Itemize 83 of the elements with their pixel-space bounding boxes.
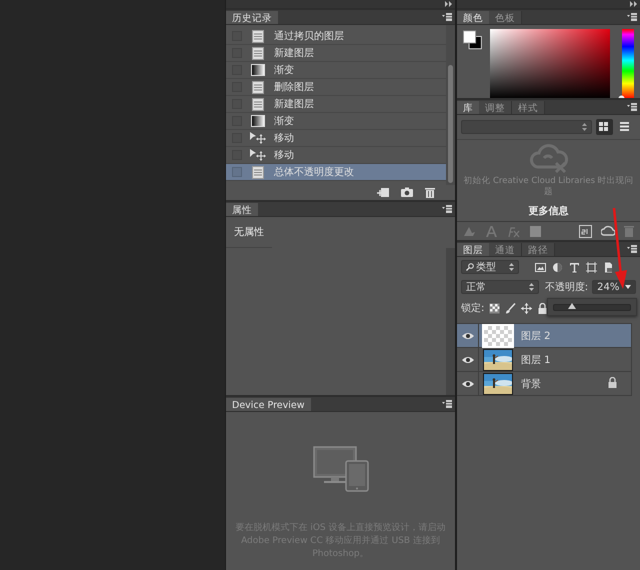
history-item[interactable]: 移动 bbox=[226, 130, 446, 147]
layer-name: 图层 1 bbox=[521, 354, 552, 366]
layer-row[interactable]: 图层 1 bbox=[457, 348, 631, 372]
layer-row[interactable]: 图层 2 bbox=[457, 324, 631, 348]
new-document-icon[interactable] bbox=[377, 187, 389, 198]
panel-menu-icon[interactable] bbox=[442, 205, 452, 213]
layer-row[interactable]: 背景 bbox=[457, 372, 631, 396]
document-icon bbox=[250, 30, 266, 42]
document-icon bbox=[250, 98, 266, 110]
eye-icon[interactable] bbox=[462, 380, 474, 388]
move-tool-icon bbox=[250, 149, 266, 161]
color-swatches[interactable] bbox=[463, 29, 482, 51]
panel-menu-icon[interactable] bbox=[627, 245, 637, 253]
lock-all-icon[interactable] bbox=[537, 302, 548, 314]
search-icon bbox=[466, 263, 474, 271]
lock-label: 锁定: bbox=[461, 302, 484, 315]
opacity-slider[interactable] bbox=[553, 304, 631, 310]
list-view-icon bbox=[618, 120, 632, 133]
stepper-arrows-icon bbox=[582, 123, 588, 131]
move-tool-icon bbox=[250, 132, 266, 144]
brush-icon[interactable] bbox=[505, 302, 516, 314]
panel-tab[interactable]: 历史记录 bbox=[226, 11, 278, 24]
transparent-thumbnail bbox=[484, 326, 512, 346]
lock-transparency-icon[interactable] bbox=[489, 302, 500, 314]
panel-tab[interactable]: 库 bbox=[457, 101, 479, 114]
snapshot-checkbox[interactable] bbox=[232, 167, 242, 177]
panel-tab[interactable]: 调整 bbox=[479, 101, 512, 114]
grid-view-icon bbox=[597, 120, 610, 133]
hue-slider[interactable] bbox=[622, 29, 634, 98]
adjustment-filter-icon[interactable] bbox=[552, 262, 563, 272]
history-item[interactable]: 新建图层 bbox=[226, 45, 446, 62]
panel-tab[interactable]: 路径 bbox=[522, 243, 555, 256]
history-item[interactable]: 删除图层 bbox=[226, 79, 446, 96]
shape-filter-icon[interactable] bbox=[586, 262, 597, 272]
panel-tab[interactable]: 图层 bbox=[457, 243, 489, 256]
panel-tab[interactable]: 颜色 bbox=[457, 11, 489, 24]
caret-icon bbox=[625, 285, 631, 289]
color-field[interactable] bbox=[490, 29, 610, 98]
filter-dropdown[interactable]: 类型 bbox=[461, 260, 519, 274]
document-icon bbox=[250, 80, 266, 94]
opacity-label: 不透明度: bbox=[544, 280, 588, 294]
panel-menu-icon[interactable] bbox=[627, 13, 637, 21]
panel-menu-icon[interactable] bbox=[442, 400, 452, 408]
cloud-sync-icon[interactable] bbox=[601, 225, 615, 237]
properties-message: 无属性 bbox=[226, 217, 272, 248]
stock-icon[interactable] bbox=[579, 224, 592, 238]
layer-name: 背景 bbox=[521, 378, 542, 390]
panel-menu-icon[interactable] bbox=[442, 13, 452, 21]
history-item[interactable]: 通过拷贝的图层 bbox=[226, 28, 446, 45]
panel-tab[interactable]: 属性 bbox=[226, 203, 258, 216]
panel-tab[interactable]: 色板 bbox=[489, 11, 522, 24]
eye-icon[interactable] bbox=[462, 332, 474, 340]
blend-mode-dropdown[interactable]: 正常 bbox=[461, 280, 539, 294]
stepper-arrows-icon bbox=[528, 283, 534, 291]
stepper-arrows-icon bbox=[509, 263, 514, 271]
document-icon bbox=[250, 166, 266, 178]
eye-icon[interactable] bbox=[462, 356, 474, 364]
color-square-icon[interactable] bbox=[529, 224, 542, 238]
more-info-link[interactable]: 更多信息 bbox=[528, 204, 568, 218]
trash-icon[interactable] bbox=[425, 187, 435, 198]
panel-tab[interactable]: Device Preview bbox=[226, 398, 310, 411]
layer-name: 图层 2 bbox=[521, 330, 552, 342]
panel-tab[interactable]: 通道 bbox=[489, 243, 522, 256]
opacity-field[interactable]: 24% bbox=[592, 280, 636, 294]
history-item[interactable]: 总体不透明度更改 bbox=[226, 164, 446, 181]
devices-icon bbox=[312, 446, 368, 492]
camera-icon[interactable] bbox=[401, 187, 413, 197]
smart-object-filter-icon[interactable] bbox=[603, 262, 614, 272]
cloud-error-icon bbox=[530, 143, 568, 173]
document-icon bbox=[250, 46, 266, 60]
panel-menu-icon[interactable] bbox=[627, 103, 637, 111]
panel-tab[interactable]: 样式 bbox=[512, 101, 545, 114]
slider-thumb[interactable] bbox=[568, 302, 576, 308]
history-item[interactable]: 新建图层 bbox=[226, 96, 446, 113]
grid-view-button[interactable] bbox=[596, 119, 614, 135]
history-item[interactable]: 渐变 bbox=[226, 62, 446, 79]
gradient-icon bbox=[250, 115, 266, 127]
type-filter-icon[interactable] bbox=[569, 262, 580, 272]
scrollbar-thumb[interactable] bbox=[448, 65, 453, 183]
move-icon[interactable] bbox=[521, 302, 532, 314]
gradient-icon bbox=[250, 64, 266, 76]
history-item[interactable]: 渐变 bbox=[226, 113, 446, 130]
image-filter-icon[interactable] bbox=[535, 262, 546, 272]
